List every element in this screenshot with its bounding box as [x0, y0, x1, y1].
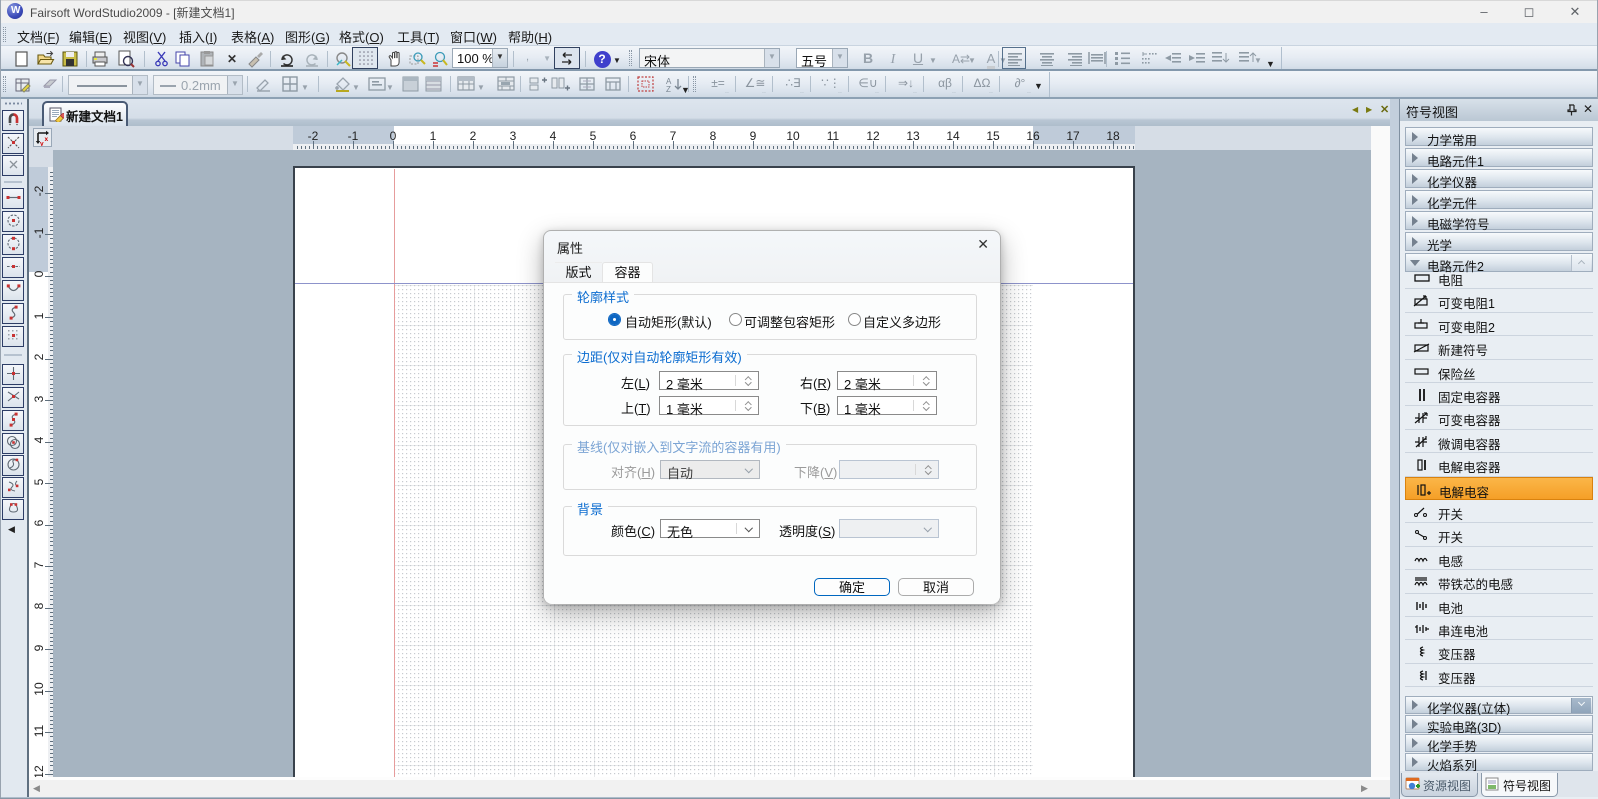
- svg-text:x: x: [45, 136, 49, 143]
- svg-text:y: y: [40, 141, 44, 147]
- svg-text:Z: Z: [666, 85, 671, 92]
